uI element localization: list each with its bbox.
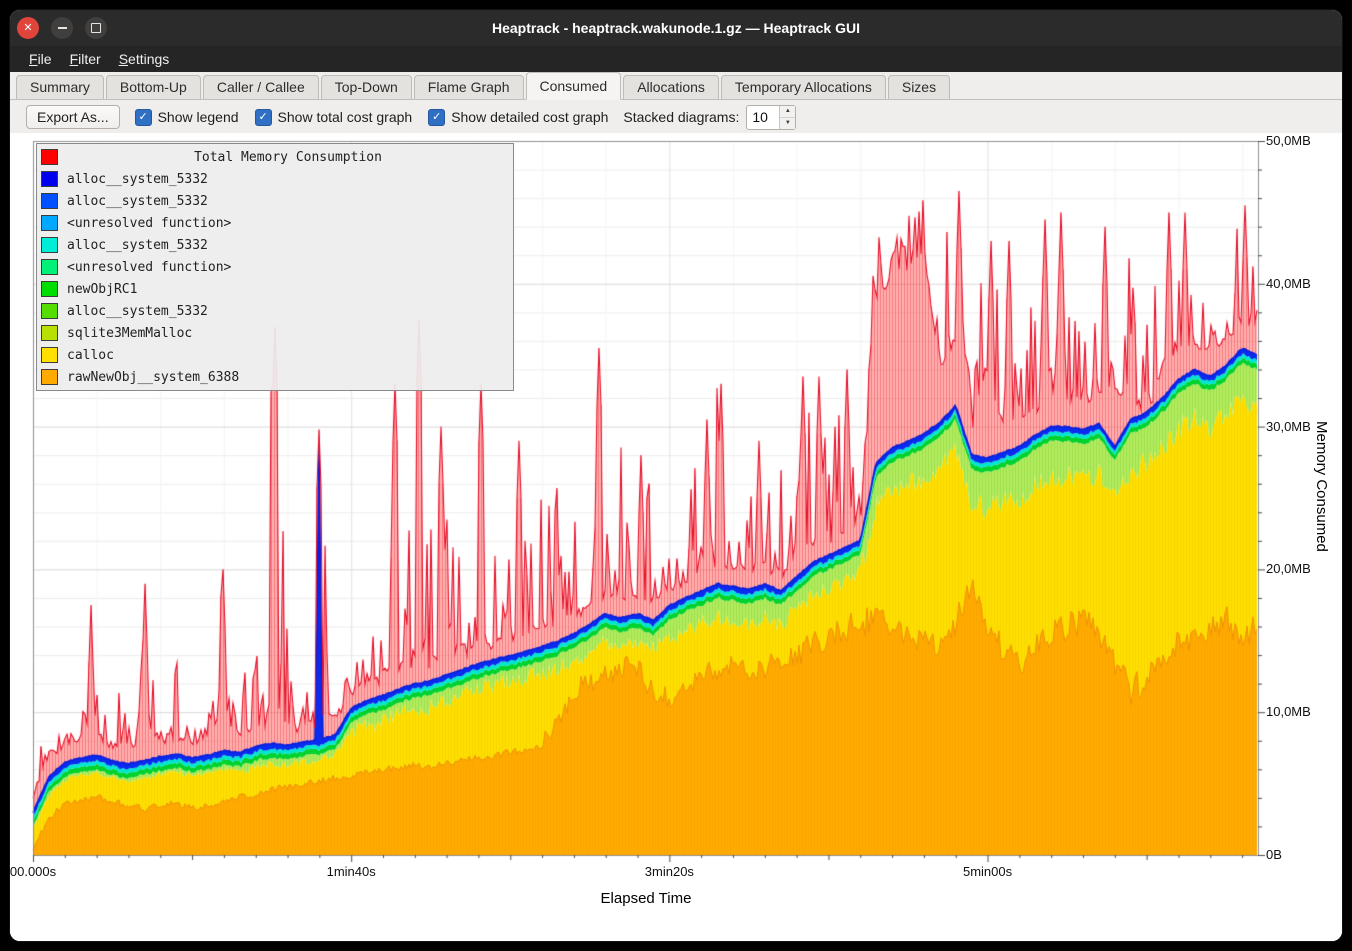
tab-consumed[interactable]: Consumed: [526, 72, 622, 100]
x-tick-label: 3min20s: [645, 864, 694, 879]
legend-entry: rawNewObj__system_6388: [41, 366, 509, 388]
legend-swatch: [41, 259, 58, 275]
legend-title: Total Memory Consumption: [67, 150, 509, 165]
legend-swatch: [41, 347, 58, 363]
menu-item-file[interactable]: File: [20, 49, 61, 69]
tab-caller-callee[interactable]: Caller / Callee: [203, 75, 319, 99]
checkbox-show-total-cost-graph[interactable]: ✓ Show total cost graph: [255, 109, 413, 126]
legend-swatch: [41, 171, 58, 187]
checkbox-show-detailed-cost-graph[interactable]: ✓ Show detailed cost graph: [428, 109, 608, 126]
legend-entry-label: newObjRC1: [67, 282, 137, 297]
legend-entry-label: alloc__system_5332: [67, 172, 208, 187]
legend-entry-label: alloc__system_5332: [67, 194, 208, 209]
x-tick-label: 5min00s: [963, 864, 1012, 879]
minimize-button[interactable]: [51, 17, 73, 39]
close-button[interactable]: ✕: [17, 17, 39, 39]
legend-entry: alloc__system_5332: [41, 234, 509, 256]
stacked-diagrams-spinbox[interactable]: 10 ▲ ▼: [746, 105, 796, 130]
tab-bottom-up[interactable]: Bottom-Up: [106, 75, 201, 99]
y-tick-label: 50,0MB: [1266, 133, 1311, 148]
spin-down-button[interactable]: ▼: [780, 118, 795, 129]
tab-top-down[interactable]: Top-Down: [321, 75, 412, 99]
legend-title-swatch: [41, 149, 58, 165]
tab-sizes[interactable]: Sizes: [888, 75, 950, 99]
tab-temporary-allocations[interactable]: Temporary Allocations: [721, 75, 886, 99]
legend-entry: <unresolved function>: [41, 256, 509, 278]
legend-entry-label: <unresolved function>: [67, 216, 231, 231]
legend-entry: alloc__system_5332: [41, 168, 509, 190]
toolbar: Export As... ✓ Show legend ✓ Show total cos…: [10, 100, 1342, 134]
legend-swatch: [41, 193, 58, 209]
chart-area: Elapsed Time Memory Consumed Total Memor…: [10, 133, 1342, 941]
y-axis-title: Memory Consumed: [1313, 421, 1330, 552]
legend-entry: newObjRC1: [41, 278, 509, 300]
legend-entry-label: calloc: [67, 348, 114, 363]
x-axis-title: Elapsed Time: [601, 890, 692, 907]
spin-up-button[interactable]: ▲: [780, 106, 795, 118]
y-tick-label: 20,0MB: [1266, 561, 1311, 576]
close-icon: ✕: [23, 23, 32, 34]
legend-entry: sqlite3MemMalloc: [41, 322, 509, 344]
legend-entry-label: sqlite3MemMalloc: [67, 326, 192, 341]
heaptrack-window: ✕ Heaptrack - heaptrack.wakunode.1.gz — …: [10, 10, 1342, 941]
legend-entry: <unresolved function>: [41, 212, 509, 234]
checkbox-icon[interactable]: ✓: [428, 109, 445, 126]
checkbox-icon[interactable]: ✓: [255, 109, 272, 126]
legend-entry-label: alloc__system_5332: [67, 238, 208, 253]
stacked-diagrams-label: Stacked diagrams:: [623, 109, 739, 125]
menu-item-filter[interactable]: Filter: [61, 49, 110, 69]
minimize-icon: [58, 27, 67, 29]
legend-entry-label: <unresolved function>: [67, 260, 231, 275]
checkbox-show-legend[interactable]: ✓ Show legend: [135, 109, 239, 126]
legend-entry-label: rawNewObj__system_6388: [67, 370, 239, 385]
checkbox-label: Show legend: [158, 109, 239, 125]
checkbox-icon[interactable]: ✓: [135, 109, 152, 126]
x-tick-label: 00.000s: [10, 864, 56, 879]
legend-swatch: [41, 369, 58, 385]
checkbox-label: Show total cost graph: [278, 109, 413, 125]
legend-entry: calloc: [41, 344, 509, 366]
window-title: Heaptrack - heaptrack.wakunode.1.gz — He…: [10, 20, 1342, 36]
menu-bar: FileFilterSettings: [10, 46, 1342, 72]
menu-item-settings[interactable]: Settings: [110, 49, 179, 69]
legend-swatch: [41, 281, 58, 297]
legend-swatch: [41, 237, 58, 253]
legend-title-row: Total Memory Consumption: [41, 146, 509, 168]
y-tick-label: 40,0MB: [1266, 276, 1311, 291]
maximize-button[interactable]: [85, 17, 107, 39]
tab-bar: SummaryBottom-UpCaller / CalleeTop-DownF…: [10, 72, 1342, 100]
y-tick-label: 0B: [1266, 847, 1282, 862]
legend-entry: alloc__system_5332: [41, 190, 509, 212]
chart-legend: Total Memory Consumption alloc__system_53…: [36, 143, 514, 391]
y-tick-label: 30,0MB: [1266, 419, 1311, 434]
x-tick-label: 1min40s: [327, 864, 376, 879]
legend-entry-label: alloc__system_5332: [67, 304, 208, 319]
legend-swatch: [41, 215, 58, 231]
export-as-button[interactable]: Export As...: [26, 105, 120, 129]
tab-flame-graph[interactable]: Flame Graph: [414, 75, 524, 99]
legend-swatch: [41, 325, 58, 341]
y-tick-label: 10,0MB: [1266, 704, 1311, 719]
maximize-icon: [91, 23, 101, 33]
legend-entry: alloc__system_5332: [41, 300, 509, 322]
tab-allocations[interactable]: Allocations: [623, 75, 719, 99]
tab-summary[interactable]: Summary: [16, 75, 104, 99]
title-bar: ✕ Heaptrack - heaptrack.wakunode.1.gz — …: [10, 10, 1342, 46]
spinbox-value[interactable]: 10: [747, 106, 779, 129]
legend-swatch: [41, 303, 58, 319]
checkbox-group: ✓ Show legend ✓ Show total cost graph ✓ Show …: [135, 109, 609, 126]
checkbox-label: Show detailed cost graph: [451, 109, 608, 125]
